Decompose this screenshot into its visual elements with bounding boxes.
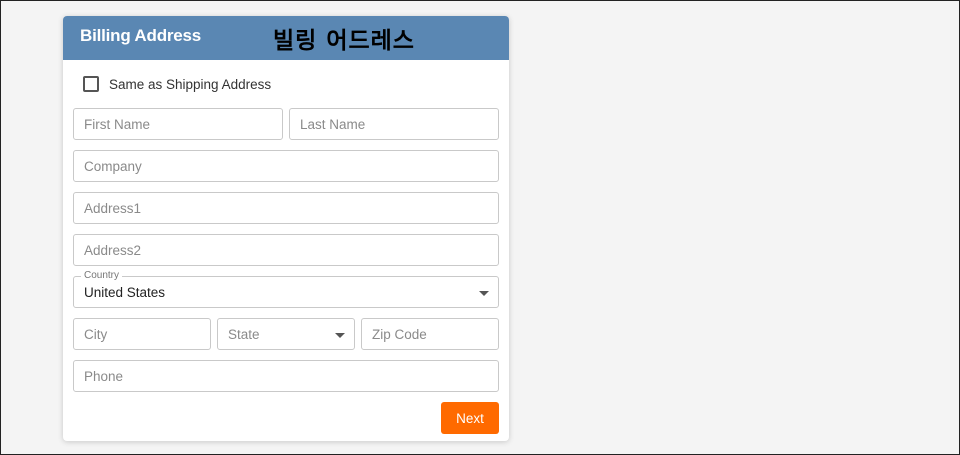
- page: Billing Address 빌링 어드레스 Same as Shipping…: [0, 0, 960, 455]
- company-field: [73, 150, 499, 182]
- next-button[interactable]: Next: [441, 402, 499, 434]
- company-input[interactable]: [74, 151, 498, 181]
- phone-field: [73, 360, 499, 392]
- card-header: Billing Address 빌링 어드레스: [63, 16, 509, 60]
- last-name-field: [289, 108, 499, 140]
- address2-input[interactable]: [74, 235, 498, 265]
- country-label: Country: [81, 270, 123, 282]
- zip-code-field: [361, 318, 499, 350]
- address2-field: [73, 234, 499, 266]
- city-input[interactable]: [74, 319, 210, 349]
- zip-code-input[interactable]: [362, 319, 498, 349]
- same-as-shipping-checkbox[interactable]: Same as Shipping Address: [83, 74, 271, 94]
- korean-title-annotation: 빌링 어드레스: [273, 28, 415, 54]
- state-placeholder: State: [228, 327, 260, 342]
- caret-down-icon: [479, 291, 489, 296]
- card-title: Billing Address: [80, 26, 202, 45]
- phone-input[interactable]: [74, 361, 498, 391]
- city-field: [73, 318, 211, 350]
- address1-field: [73, 192, 499, 224]
- state-select[interactable]: State: [217, 318, 355, 350]
- country-value: United States: [84, 285, 166, 300]
- address1-input[interactable]: [74, 193, 498, 223]
- first-name-field: [73, 108, 283, 140]
- first-name-input[interactable]: [74, 109, 282, 139]
- country-select[interactable]: Country United States: [73, 270, 499, 308]
- last-name-input[interactable]: [290, 109, 498, 139]
- checkbox-unchecked-icon[interactable]: [83, 76, 99, 92]
- caret-down-icon: [335, 333, 345, 338]
- billing-address-card: Billing Address 빌링 어드레스 Same as Shipping…: [63, 16, 509, 441]
- same-as-shipping-label: Same as Shipping Address: [109, 76, 272, 92]
